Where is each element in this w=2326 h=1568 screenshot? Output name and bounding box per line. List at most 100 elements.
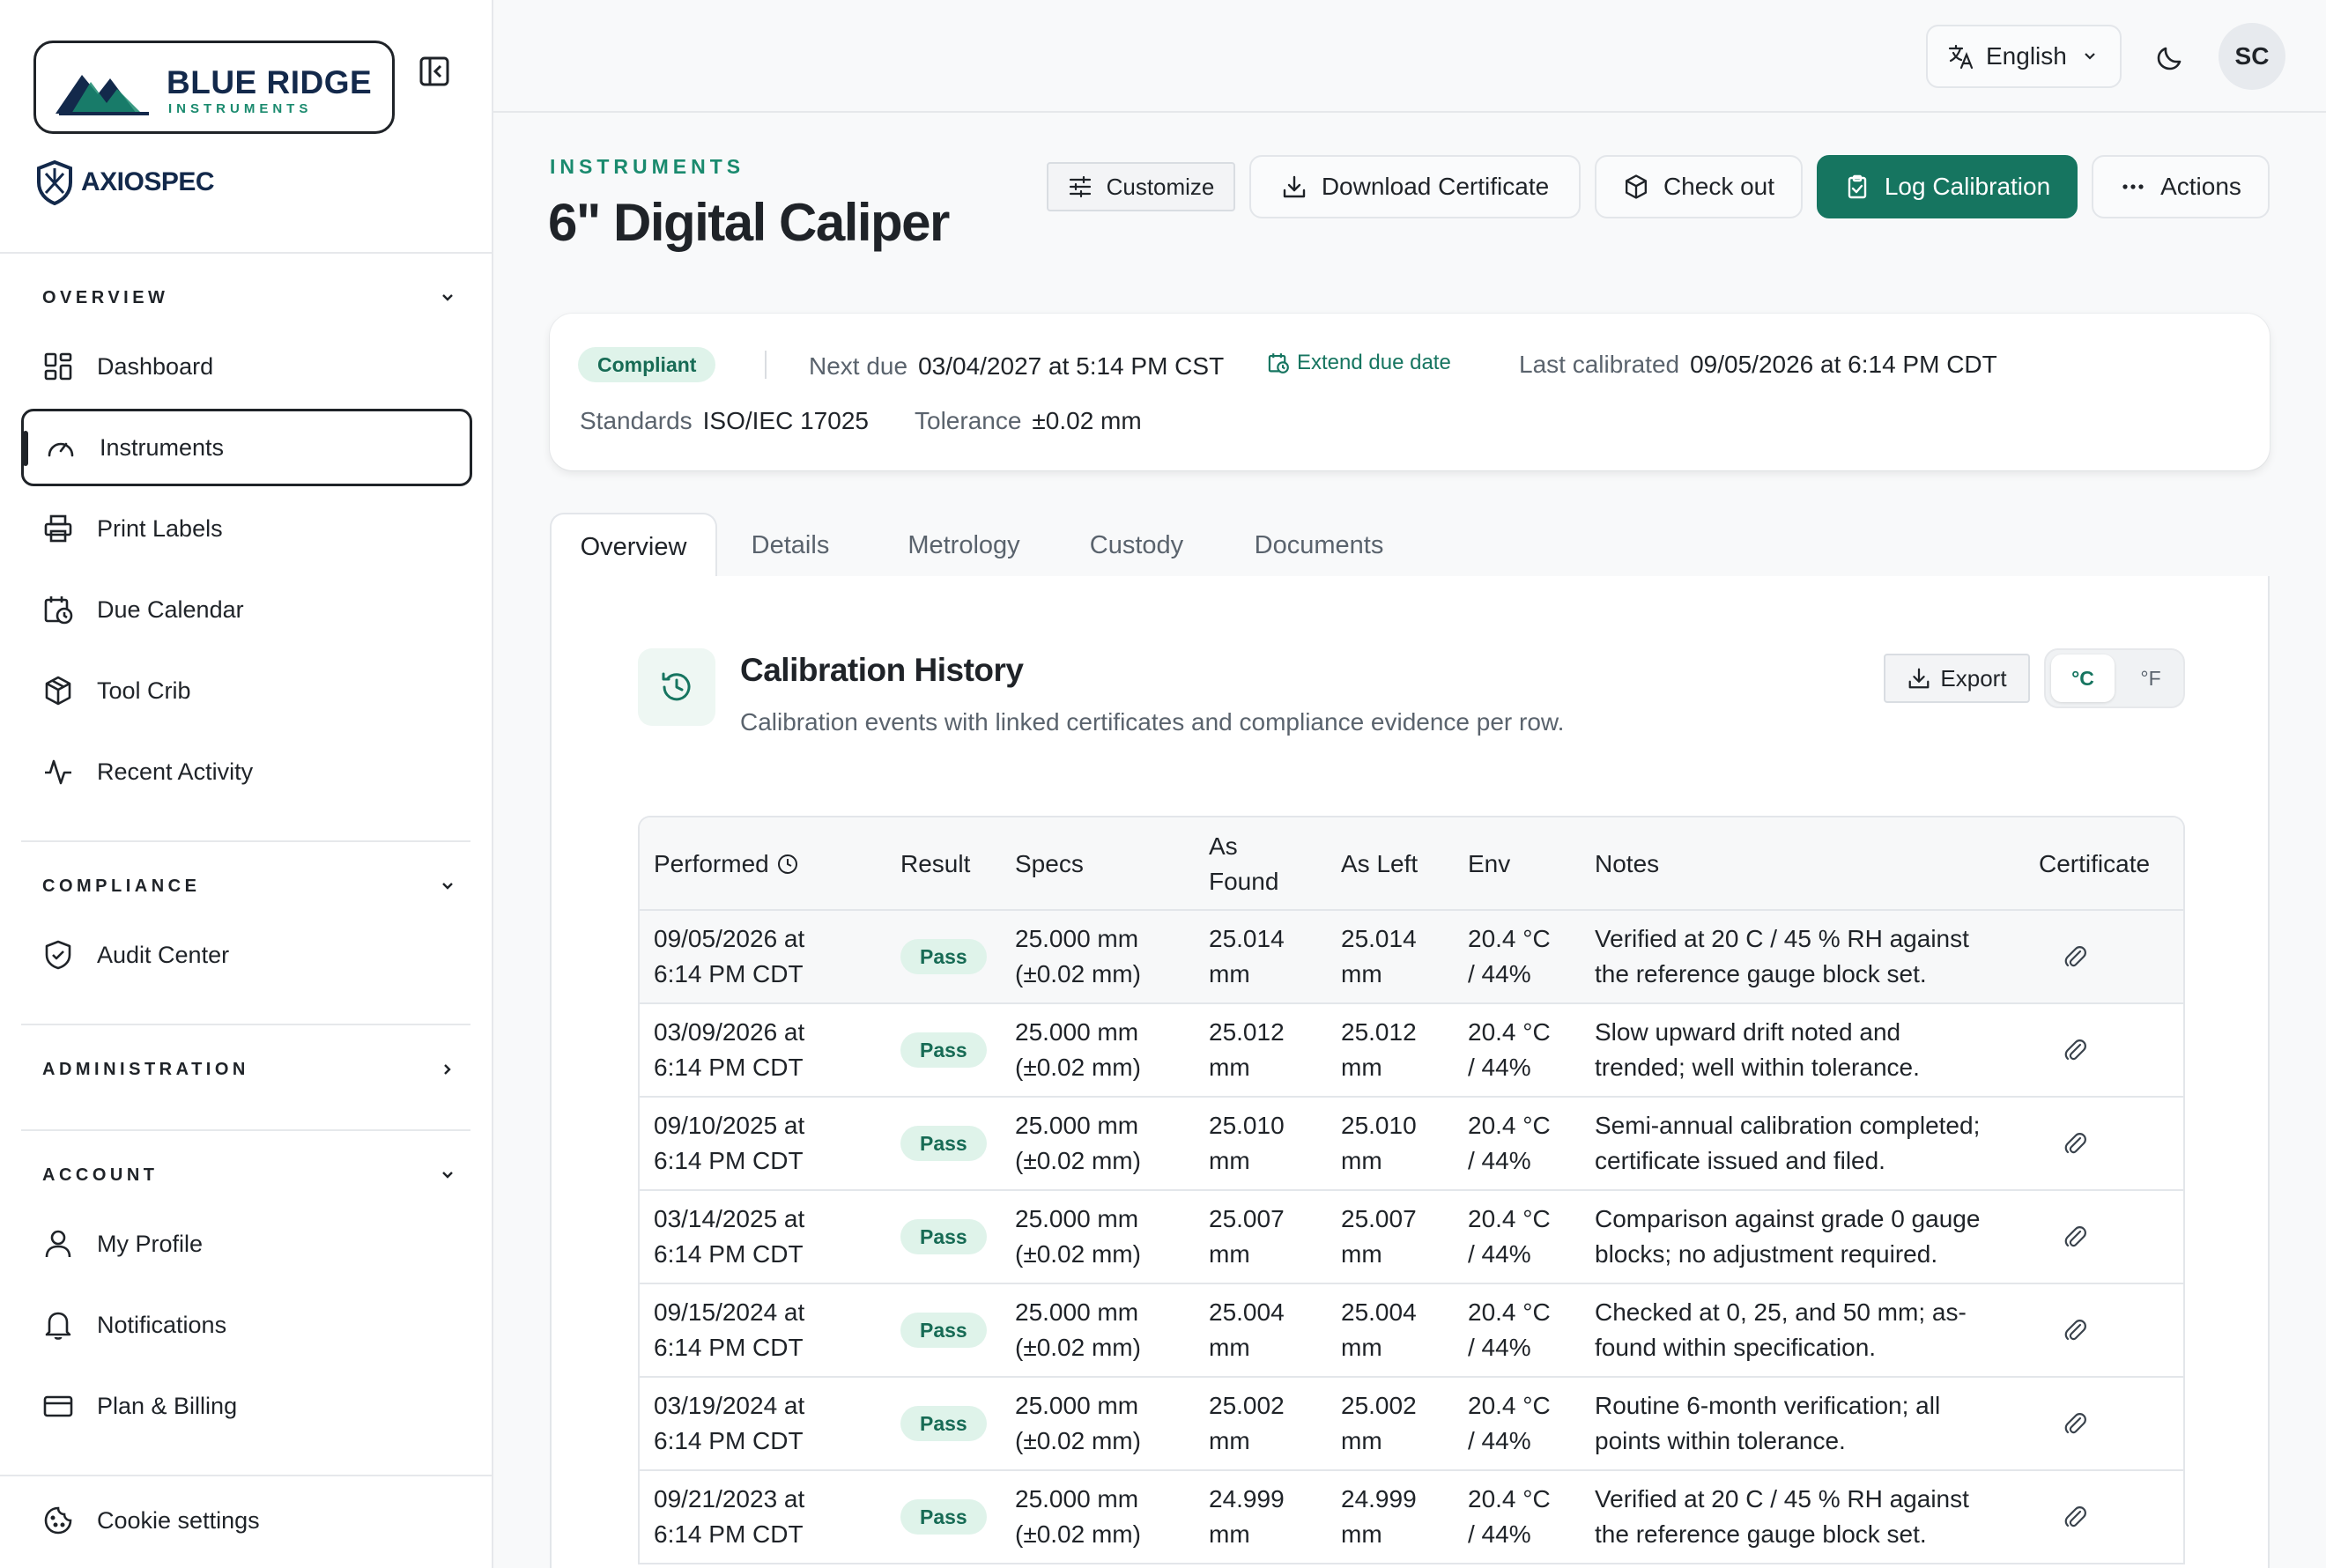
spec-tolerance: (±0.02 mm) [1015, 960, 1141, 987]
sidebar-item-label: Notifications [97, 1311, 227, 1338]
performed-date: 09/21/2023 at [654, 1485, 805, 1513]
tab-documents[interactable]: Documents [1246, 513, 1392, 578]
table-row[interactable]: 09/15/2024 at 6:14 PM CDT Pass 25.000 mm (±0… [640, 1284, 2183, 1378]
divider [765, 351, 767, 379]
column-as-found-line2: Found [1209, 868, 1279, 895]
last-calibrated: Last calibrated 09/05/2026 at 6:14 PM CD… [1519, 351, 1997, 379]
column-performed[interactable]: Performed [654, 817, 799, 911]
breadcrumb[interactable]: INSTRUMENTS [550, 155, 744, 179]
table-row[interactable]: 09/21/2023 at 6:14 PM CDT Pass 25.000 mm (±0… [640, 1471, 2183, 1564]
table-row[interactable]: 09/05/2026 at 6:14 PM CDT Pass 25.000 mm (±0… [640, 911, 2183, 1004]
section-overview-toggle[interactable]: OVERVIEW [42, 280, 456, 315]
cell-as-found: 25.007 mm [1209, 1191, 1285, 1283]
actions-menu-button[interactable]: Actions [2092, 155, 2270, 218]
status-badge: Compliant [578, 347, 716, 382]
certificate-attachment-button[interactable] [2062, 1004, 2088, 1096]
env-humidity: / 44% [1468, 960, 1531, 987]
sidebar-item-due-calendar[interactable]: Due Calendar [21, 571, 472, 648]
certificate-attachment-button[interactable] [2062, 1191, 2088, 1283]
last-calibrated-value: 09/05/2026 at 6:14 PM CDT [1690, 351, 1997, 378]
table-row[interactable]: 03/09/2026 at 6:14 PM CDT Pass 25.000 mm (±0… [640, 1004, 2183, 1098]
section-account-title: ACCOUNT [42, 1165, 159, 1185]
tab-custody[interactable]: Custody [1082, 513, 1191, 578]
download-certificate-button[interactable]: Download Certificate [1249, 155, 1581, 218]
table-row[interactable]: 03/19/2024 at 6:14 PM CDT Pass 25.000 mm (±0… [640, 1378, 2183, 1471]
brand-name: BLUE RIDGE [167, 64, 373, 100]
tolerance-value: ±0.02 mm [1032, 407, 1142, 434]
column-notes: Notes [1595, 850, 1660, 877]
sidebar-item-notifications[interactable]: Notifications [21, 1286, 472, 1364]
column-as-left: As Left [1341, 850, 1419, 877]
tab-metrology[interactable]: Metrology [900, 513, 1027, 578]
cell-specs: 25.000 mm (±0.02 mm) [1015, 911, 1141, 1002]
section-administration-toggle[interactable]: ADMINISTRATION [42, 1052, 456, 1087]
avatar[interactable]: SC [2219, 23, 2285, 90]
divider [21, 840, 470, 842]
log-calibration-label: Log Calibration [1884, 173, 2051, 200]
divider [0, 1475, 493, 1476]
standards-label: Standards [580, 407, 693, 434]
sidebar-item-plan-billing[interactable]: Plan & Billing [21, 1367, 472, 1445]
section-account-toggle[interactable]: ACCOUNT [42, 1158, 456, 1193]
log-calibration-button[interactable]: Log Calibration [1817, 155, 2078, 218]
tab-details[interactable]: Details [742, 513, 839, 578]
sidebar-item-tool-crib[interactable]: Tool Crib [21, 652, 472, 729]
sidebar-item-label: My Profile [97, 1230, 204, 1257]
sidebar-item-instruments[interactable]: Instruments [21, 409, 472, 486]
as-left-unit: mm [1341, 1520, 1382, 1548]
tab-overview[interactable]: Overview [550, 513, 717, 580]
certificate-attachment-button[interactable] [2062, 1471, 2088, 1563]
credit-card-icon [43, 1395, 73, 1417]
note-line: Checked at 0, 25, and 50 mm; as- [1595, 1298, 1967, 1326]
paperclip-icon [2064, 1320, 2086, 1341]
sidebar-item-my-profile[interactable]: My Profile [21, 1205, 472, 1283]
cookie-icon [44, 1506, 72, 1535]
table-row[interactable]: 09/10/2025 at 6:14 PM CDT Pass 25.000 mm (±0… [640, 1098, 2183, 1191]
download-icon [1283, 175, 1306, 198]
language-select[interactable]: English [1926, 25, 2122, 88]
env-temperature: 20.4 °C [1468, 1112, 1551, 1139]
sidebar-item-print-labels[interactable]: Print Labels [21, 490, 472, 567]
spec-nominal: 25.000 mm [1015, 1018, 1139, 1046]
clock-icon [777, 854, 797, 874]
sidebar-item-dashboard[interactable]: Dashboard [21, 328, 472, 405]
column-certificate: Certificate [2039, 850, 2151, 877]
cookie-settings-button[interactable]: Cookie settings [21, 1482, 472, 1559]
sidebar-item-label: Due Calendar [97, 595, 244, 623]
cell-as-found: 25.004 mm [1209, 1284, 1285, 1376]
section-compliance-toggle[interactable]: COMPLIANCE [42, 869, 456, 904]
check-out-button[interactable]: Check out [1595, 155, 1803, 218]
sidebar-item-label: Plan & Billing [97, 1392, 238, 1419]
extend-due-date-link[interactable]: Extend due date [1267, 351, 1451, 375]
note-line: Verified at 20 C / 45 % RH against [1595, 1485, 1969, 1513]
unit-celsius-option[interactable]: °C [2051, 655, 2115, 702]
cell-as-left: 25.002 mm [1341, 1378, 1417, 1469]
column-env: Env [1468, 850, 1511, 877]
export-button[interactable]: Export [1884, 654, 2030, 703]
next-due-value: 03/04/2027 at 5:14 PM CST [918, 352, 1225, 380]
chevron-down-icon [442, 883, 453, 890]
as-found-value: 25.007 [1209, 1205, 1285, 1232]
sidebar-item-audit-center[interactable]: Audit Center [21, 916, 472, 994]
sidebar-item-recent-activity[interactable]: Recent Activity [21, 733, 472, 810]
cell-as-left: 24.999 mm [1341, 1471, 1417, 1563]
customize-button[interactable]: Customize [1047, 162, 1235, 211]
spec-tolerance: (±0.02 mm) [1015, 1147, 1141, 1174]
unit-fahrenheit-option[interactable]: °F [2122, 655, 2180, 702]
moon-icon[interactable] [2153, 39, 2189, 74]
cell-as-found: 24.999 mm [1209, 1471, 1285, 1563]
brand-logo[interactable]: BLUE RIDGE INSTRUMENTS [33, 41, 395, 134]
collapse-sidebar-icon[interactable] [416, 53, 453, 90]
column-as-found-line1: As [1209, 832, 1238, 860]
cell-performed: 09/21/2023 at 6:14 PM CDT [654, 1471, 804, 1563]
certificate-attachment-button[interactable] [2062, 911, 2088, 1002]
spec-tolerance: (±0.02 mm) [1015, 1054, 1141, 1081]
certificate-attachment-button[interactable] [2062, 1284, 2088, 1376]
table-row[interactable]: 03/14/2025 at 6:14 PM CDT Pass 25.000 mm (±0… [640, 1191, 2183, 1284]
calendar-clock-icon [1268, 353, 1289, 374]
certificate-attachment-button[interactable] [2062, 1098, 2088, 1189]
cell-result: Pass [900, 1284, 987, 1376]
performed-time: 6:14 PM CDT [654, 1147, 804, 1174]
certificate-attachment-button[interactable] [2062, 1378, 2088, 1469]
as-left-unit: mm [1341, 1054, 1382, 1081]
